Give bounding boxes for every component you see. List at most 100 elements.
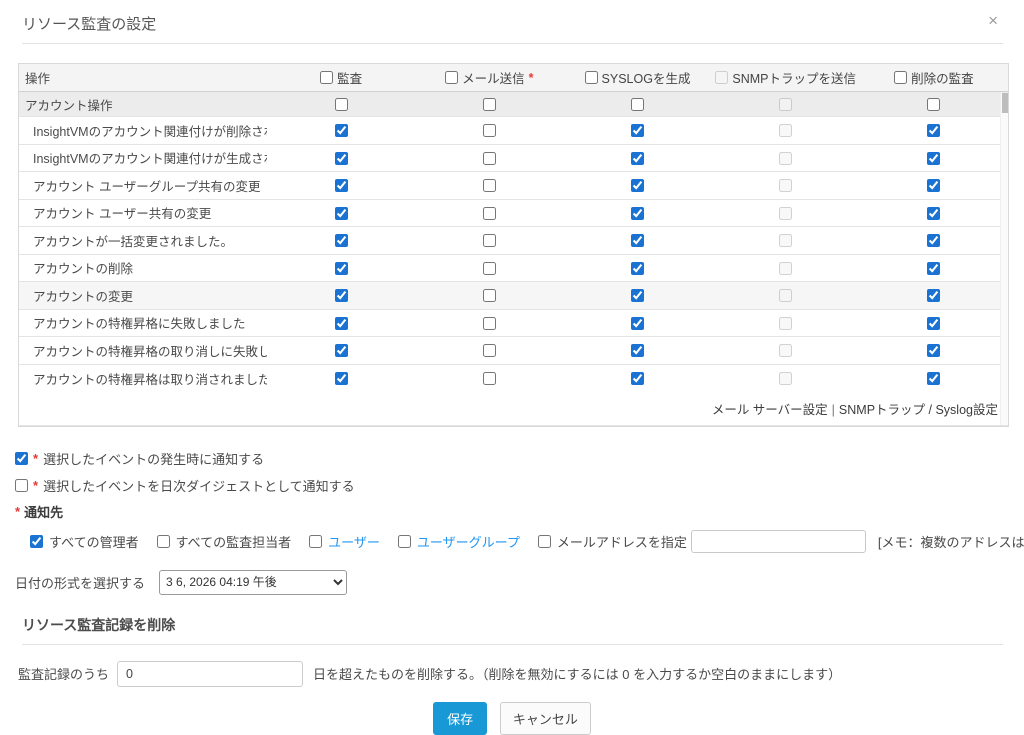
row-label: InsightVMのアカウント関連付けが生成されました。 <box>19 148 267 167</box>
snmp-checkbox <box>779 207 792 220</box>
delete-audit-checkbox[interactable] <box>927 179 940 192</box>
syslog-checkbox[interactable] <box>631 289 644 302</box>
recipient-all-admins: すべての管理者 <box>30 532 139 551</box>
email-address-input[interactable] <box>691 530 866 553</box>
email-checkbox[interactable] <box>483 372 496 385</box>
snmp-checkbox <box>779 344 792 357</box>
syslog-checkbox[interactable] <box>631 152 644 165</box>
column-header-operation: 操作 <box>19 68 267 87</box>
audit-checkbox[interactable] <box>335 372 348 385</box>
syslog-checkbox[interactable] <box>631 234 644 247</box>
audit-checkbox[interactable] <box>335 98 348 111</box>
syslog-checkbox[interactable] <box>631 207 644 220</box>
audit-checkbox[interactable] <box>335 262 348 275</box>
row-label: アカウントの特権昇格に失敗しました <box>19 313 267 332</box>
notify-daily-digest-checkbox[interactable] <box>15 479 28 492</box>
delete-days-input[interactable] <box>117 661 303 687</box>
date-format-row: 日付の形式を選択する 3 6, 2026 04:19 午後 <box>15 569 1009 595</box>
delete-audit-checkbox[interactable] <box>927 98 940 111</box>
email-checkbox[interactable] <box>483 289 496 302</box>
delete-audit-column-checkbox[interactable] <box>894 71 907 84</box>
email-checkbox[interactable] <box>483 179 496 192</box>
delete-audit-checkbox[interactable] <box>927 317 940 330</box>
audit-checkbox[interactable] <box>335 289 348 302</box>
audit-checkbox[interactable] <box>335 234 348 247</box>
save-button[interactable]: 保存 <box>433 702 487 735</box>
row-label: アカウント ユーザー共有の変更 <box>19 203 267 222</box>
column-header-email-label: メール送信 <box>462 68 525 87</box>
email-checkbox[interactable] <box>483 124 496 137</box>
all-admins-label: すべての管理者 <box>49 532 139 551</box>
delete-audit-checkbox[interactable] <box>927 372 940 385</box>
close-icon[interactable]: × <box>988 12 998 29</box>
delete-audit-checkbox[interactable] <box>927 152 940 165</box>
all-auditors-checkbox[interactable] <box>157 535 170 548</box>
delete-section-title: リソース監査記録を削除 <box>22 615 1002 644</box>
email-checkbox[interactable] <box>483 98 496 111</box>
row-label: InsightVMのアカウント関連付けが削除されました。 <box>19 121 267 140</box>
snmp-checkbox <box>779 124 792 137</box>
syslog-checkbox[interactable] <box>631 317 644 330</box>
audit-checkbox[interactable] <box>335 207 348 220</box>
table-row: アカウントの特権昇格の取り消しに失敗しました <box>19 337 1008 365</box>
delete-audit-checkbox[interactable] <box>927 234 940 247</box>
user-groups-checkbox[interactable] <box>398 535 411 548</box>
audit-checkbox[interactable] <box>335 124 348 137</box>
syslog-checkbox[interactable] <box>631 124 644 137</box>
email-column-checkbox[interactable] <box>445 71 458 84</box>
snmp-checkbox <box>779 98 792 111</box>
snmp-syslog-settings-link[interactable]: SNMPトラップ / Syslog設定 <box>839 403 998 417</box>
group-row-label: アカウント操作 <box>19 95 267 114</box>
delete-audit-checkbox[interactable] <box>927 207 940 220</box>
mail-server-settings-link[interactable]: メール サーバー設定 <box>712 403 828 417</box>
table-header-row: 操作 監査 メール送信* SYSLOGを生成 SNMPトラップを送信 削除の監査 <box>19 64 1008 92</box>
email-checkbox[interactable] <box>483 317 496 330</box>
recipient-all-auditors: すべての監査担当者 <box>157 532 292 551</box>
modal-header: リソース監査の設定 × <box>0 0 1024 43</box>
notify-daily-digest-label: 選択したイベントを日次ダイジェストとして通知する <box>43 476 355 495</box>
user-groups-link[interactable]: ユーザーグループ <box>417 532 520 551</box>
email-checkbox[interactable] <box>483 152 496 165</box>
column-header-delete-audit-label: 削除の監査 <box>911 68 974 87</box>
cancel-button[interactable]: キャンセル <box>500 702 591 735</box>
syslog-checkbox[interactable] <box>631 262 644 275</box>
audit-checkbox[interactable] <box>335 179 348 192</box>
table-scrollbar-track[interactable] <box>1000 93 1008 425</box>
table-scrollbar-thumb[interactable] <box>1002 93 1008 113</box>
column-header-snmp-label: SNMPトラップを送信 <box>732 68 856 87</box>
email-address-checkbox[interactable] <box>538 535 551 548</box>
required-mark: * <box>33 478 38 493</box>
notification-options: * 選択したイベントの発生時に通知する * 選択したイベントを日次ダイジェストと… <box>0 427 1024 595</box>
email-checkbox[interactable] <box>483 344 496 357</box>
delete-audit-checkbox[interactable] <box>927 289 940 302</box>
audit-checkbox[interactable] <box>335 152 348 165</box>
email-checkbox[interactable] <box>483 234 496 247</box>
page-title: リソース監査の設定 <box>22 16 156 33</box>
audit-column-checkbox[interactable] <box>320 71 333 84</box>
users-link[interactable]: ユーザー <box>328 532 380 551</box>
table-row: アカウント ユーザーグループ共有の変更 <box>19 172 1008 200</box>
syslog-checkbox[interactable] <box>631 179 644 192</box>
row-label: アカウントの特権昇格の取り消しに失敗しました <box>19 341 267 360</box>
delete-audit-checkbox[interactable] <box>927 124 940 137</box>
users-checkbox[interactable] <box>309 535 322 548</box>
audit-checkbox[interactable] <box>335 344 348 357</box>
email-checkbox[interactable] <box>483 262 496 275</box>
syslog-checkbox[interactable] <box>631 98 644 111</box>
syslog-column-checkbox[interactable] <box>585 71 598 84</box>
syslog-checkbox[interactable] <box>631 372 644 385</box>
delete-audit-checkbox[interactable] <box>927 344 940 357</box>
recipients-heading-label: 通知先 <box>24 502 63 521</box>
all-admins-checkbox[interactable] <box>30 535 43 548</box>
notify-on-event-checkbox[interactable] <box>15 452 28 465</box>
column-header-audit: 監査 <box>267 68 415 87</box>
audit-checkbox[interactable] <box>335 317 348 330</box>
date-format-select[interactable]: 3 6, 2026 04:19 午後 <box>159 570 347 595</box>
delete-days-row: 監査記録のうち 日を超えたものを削除する。（削除を無効にするには 0 を入力する… <box>18 660 1009 687</box>
column-header-syslog: SYSLOGを生成 <box>563 68 711 87</box>
email-checkbox[interactable] <box>483 207 496 220</box>
delete-audit-checkbox[interactable] <box>927 262 940 275</box>
syslog-checkbox[interactable] <box>631 344 644 357</box>
column-header-snmp: SNMPトラップを送信 <box>712 68 860 87</box>
table-row: アカウントの変更 <box>19 282 1008 310</box>
